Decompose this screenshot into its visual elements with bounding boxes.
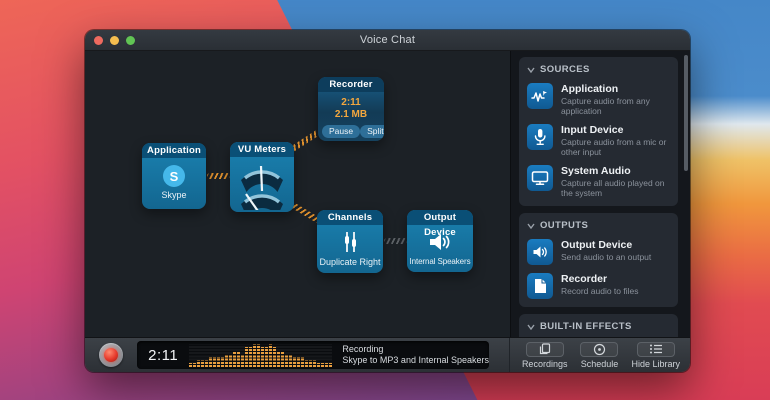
pause-button[interactable]: Pause [322,125,360,138]
application-block-title: Application [142,143,206,158]
minimize-button[interactable] [110,36,119,45]
display-icon [527,165,553,191]
library-item-10-band-eq[interactable]: 10 Band EQ Fine-tune specific frequencie… [526,336,671,337]
transport-time: 2:11 [137,347,189,364]
channels-block-title: Channels [317,210,383,225]
library-item-application[interactable]: Application Capture audio from any appli… [526,79,671,120]
output-device-block-title: Output Device [407,210,473,225]
microphone-icon [527,124,553,150]
output-device-block[interactable]: Output Device Internal Speakers [407,210,473,272]
timer-icon [580,342,618,357]
sources-section: SOURCES Application Capture audio from a… [519,57,678,206]
channels-block[interactable]: Channels Duplicate Right [317,210,383,273]
outputs-section: OUTPUTS Output Device Send audio to an o… [519,213,678,307]
hide-library-button[interactable]: Hide Library [631,342,680,369]
library-item-recorder[interactable]: Recorder Record audio to files [526,269,671,303]
outputs-section-header[interactable]: OUTPUTS [526,218,671,235]
app-audio-icon [527,83,553,109]
recorder-block-title: Recorder [318,77,384,92]
app-window: Voice Chat Application S Skype VU Meters [85,30,690,372]
transport-bar: 2:11 Recording Skype to MP3 and Internal… [85,337,690,372]
application-block-label: Skype [142,190,206,200]
library-item-input-device[interactable]: Input Device Capture audio from a mic or… [526,120,671,161]
library-sidebar: SOURCES Application Capture audio from a… [510,51,690,337]
recordings-button[interactable]: Recordings [522,342,568,369]
pipeline-canvas[interactable]: Application S Skype VU Meters [85,51,510,337]
library-item-output-device[interactable]: Output Device Send audio to an output [526,235,671,269]
library-item-system-audio[interactable]: System Audio Capture all audio played on… [526,161,671,202]
connection-application-vumeters [207,173,230,179]
recorder-block[interactable]: Recorder 2:11 2.1 MB Pause Split [318,77,384,141]
zoom-button[interactable] [126,36,135,45]
split-button[interactable]: Split [360,125,384,138]
traffic-lights [94,36,135,45]
sources-section-header[interactable]: SOURCES [526,62,671,79]
chevron-down-icon [527,67,535,73]
recordings-files-icon [526,342,564,357]
speaker-icon [527,239,553,265]
window-titlebar[interactable]: Voice Chat [85,30,690,51]
list-icon [637,342,675,357]
output-device-block-label: Internal Speakers [407,257,473,266]
record-dot-icon [104,348,118,362]
vu-meters-block-title: VU Meters [230,142,294,157]
channels-block-label: Duplicate Right [317,257,383,267]
schedule-button[interactable]: Schedule [580,342,618,369]
speaker-icon [407,227,473,257]
recorder-file-size: 2.1 MB [318,109,384,121]
status-line-1: Recording [342,344,489,355]
vu-meter-gauges-icon [238,160,286,210]
skype-icon: S [163,165,185,187]
built-in-effects-section-header[interactable]: BUILT-IN EFFECTS [526,319,671,336]
application-block[interactable]: Application S Skype [142,143,206,209]
file-icon [527,273,553,299]
sidebar-scrollbar[interactable] [684,55,688,171]
chevron-down-icon [527,223,535,229]
chevron-down-icon [527,324,535,330]
status-line-2: Skype to MP3 and Internal Speakers [342,355,489,366]
built-in-effects-section: BUILT-IN EFFECTS 10 Band EQ Fine-tune sp… [519,314,678,337]
channel-sliders-icon [317,227,383,257]
bottombar-divider [509,338,510,373]
vu-histogram [189,344,332,367]
record-button[interactable] [99,343,123,367]
recorder-time: 2:11 [318,97,384,109]
vu-meters-block[interactable]: VU Meters [230,142,294,212]
transport-display: 2:11 Recording Skype to MP3 and Internal… [137,341,489,369]
transport-status: Recording Skype to MP3 and Internal Spea… [342,344,489,366]
connection-channels-output [384,238,407,244]
window-title: Voice Chat [360,34,415,46]
close-button[interactable] [94,36,103,45]
